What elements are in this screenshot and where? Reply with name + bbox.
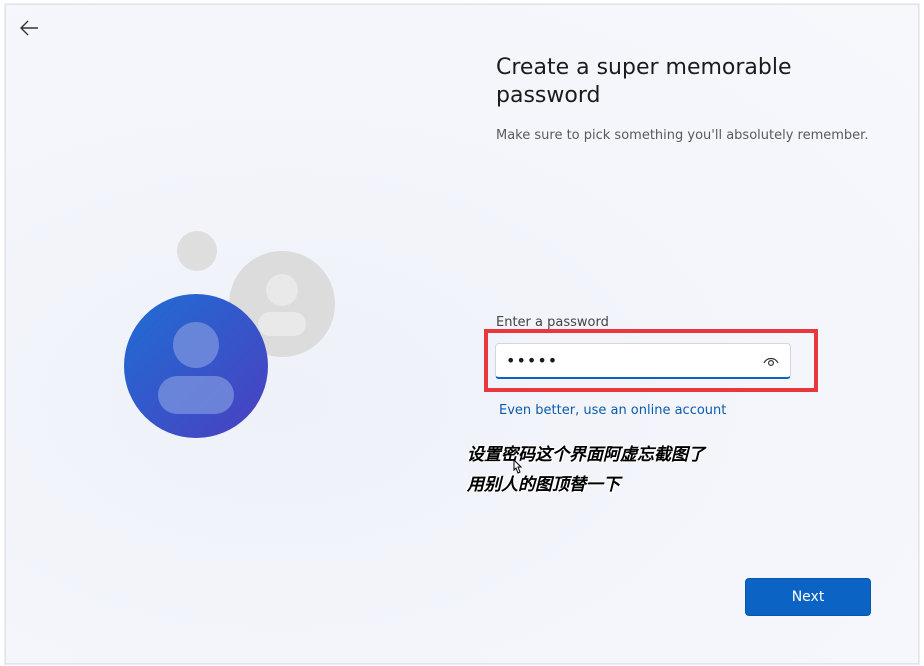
online-account-link[interactable]: Even better, use an online account: [499, 403, 726, 418]
page-title: Create a super memorable password: [496, 55, 792, 108]
arrow-left-icon: [20, 20, 38, 36]
back-button[interactable]: [18, 17, 40, 39]
page-subtitle: Make sure to pick something you'll absol…: [496, 128, 869, 143]
annotation-highlight-box: [484, 329, 818, 392]
mouse-cursor-icon: [513, 458, 523, 474]
next-button[interactable]: Next: [745, 578, 871, 616]
password-label: Enter a password: [496, 315, 609, 330]
